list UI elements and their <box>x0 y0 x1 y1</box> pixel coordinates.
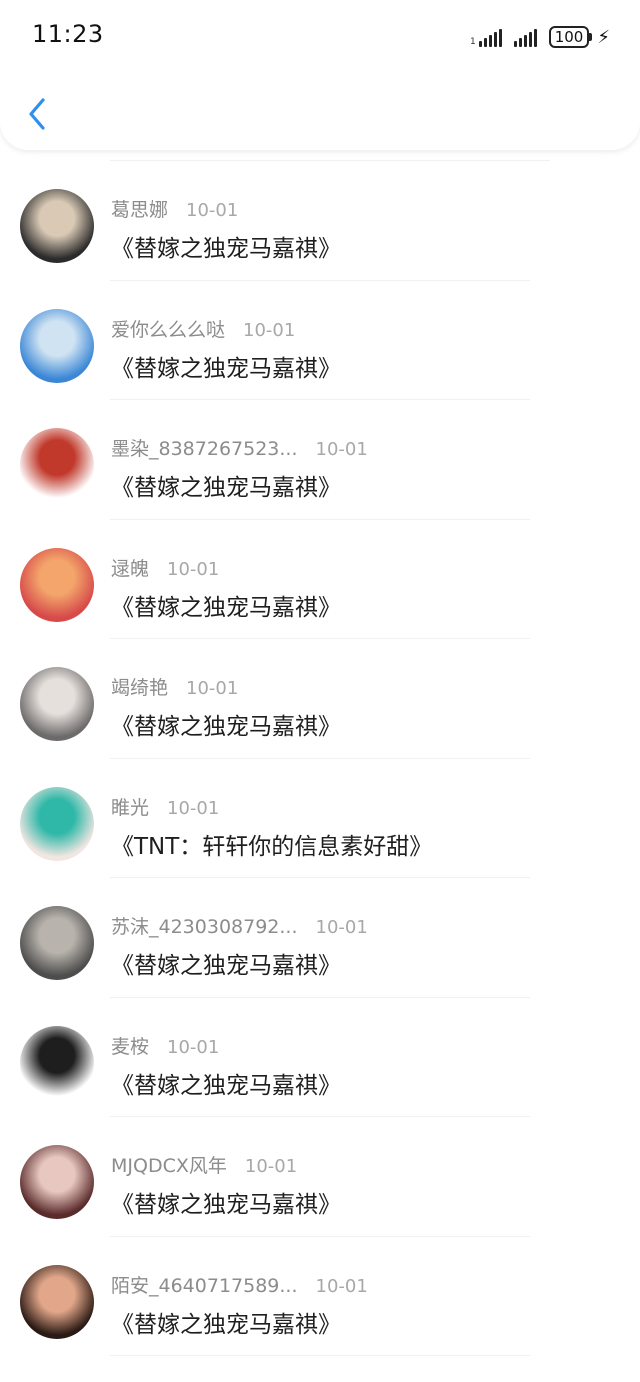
book-title[interactable]: 《替嫁之独宠马嘉祺》 <box>111 468 341 502</box>
list-item-meta: 逯魄 10-01 <box>111 554 219 581</box>
item-date: 10-01 <box>244 1156 298 1177</box>
reader-list: 葛思娜 10-01 《替嫁之独宠马嘉祺》 爱你么么么哒 10-01 《替嫁之独宠马嘉祺》墨… <box>0 160 640 1356</box>
item-date: 10-01 <box>315 917 368 938</box>
user-name[interactable]: 睢光 <box>111 793 149 820</box>
status-time: 11:23 <box>32 20 104 48</box>
signal-icon: 1 <box>470 27 502 47</box>
book-title[interactable]: 《替嫁之独宠马嘉祺》 <box>111 1066 341 1100</box>
list-item[interactable]: MJQDCX风年 10-01 《替嫁之独宠马嘉祺》 <box>0 1117 640 1237</box>
list-item[interactable]: 睢光 10-01 《TNT：轩轩你的信息素好甜》 <box>0 759 640 879</box>
avatar[interactable] <box>20 428 94 502</box>
chevron-left-icon <box>29 98 45 130</box>
avatar[interactable] <box>20 1145 94 1219</box>
user-name[interactable]: 爱你么么么哒 <box>111 315 225 342</box>
list-item-meta: 墨染_8387267523... 10-01 <box>111 434 368 461</box>
list-item-meta: 葛思娜 10-01 <box>111 195 238 222</box>
list-item-meta: 睢光 10-01 <box>111 793 219 820</box>
avatar[interactable] <box>20 547 94 622</box>
list-item-meta: MJQDCX风年 10-01 <box>111 1151 297 1178</box>
book-title[interactable]: 《替嫁之独宠马嘉祺》 <box>111 946 341 980</box>
user-name[interactable]: 葛思娜 <box>111 195 168 222</box>
user-name[interactable]: 麦桉 <box>111 1032 149 1059</box>
book-title[interactable]: 《替嫁之独宠马嘉祺》 <box>111 1305 341 1339</box>
avatar[interactable] <box>20 1025 94 1100</box>
book-title[interactable]: 《替嫁之独宠马嘉祺》 <box>111 1185 341 1219</box>
item-date: 10-01 <box>186 678 239 699</box>
book-title[interactable]: 《替嫁之独宠马嘉祺》 <box>111 588 341 622</box>
item-date: 10-01 <box>315 1275 368 1297</box>
avatar[interactable] <box>20 786 94 861</box>
user-name[interactable]: 陌安_4640717589... <box>111 1271 298 1298</box>
battery-level: 100 <box>554 28 584 46</box>
signal-sub-label: 1 <box>469 37 476 47</box>
list-item[interactable]: 逯魄 10-01 《替嫁之独宠马嘉祺》 <box>0 520 640 640</box>
top-header: 11:23 1 100 ⚡ <box>0 0 640 150</box>
avatar[interactable] <box>20 667 94 741</box>
signal-icon-2 <box>513 27 537 47</box>
book-title[interactable]: 《替嫁之独宠马嘉祺》 <box>111 707 341 741</box>
list-item[interactable]: 麦桉 10-01 《替嫁之独宠马嘉祺》 <box>0 998 640 1118</box>
user-name[interactable]: MJQDCX风年 <box>111 1151 227 1178</box>
battery-icon: 100 <box>548 26 592 48</box>
item-date: 10-01 <box>315 439 368 460</box>
list-item-meta: 竭绮艳 10-01 <box>111 673 238 700</box>
book-title[interactable]: 《替嫁之独宠马嘉祺》 <box>111 229 341 263</box>
list-item[interactable]: 爱你么么么哒 10-01 《替嫁之独宠马嘉祺》 <box>0 281 640 401</box>
avatar[interactable] <box>20 189 94 263</box>
list-item[interactable]: 葛思娜 10-01 《替嫁之独宠马嘉祺》 <box>0 161 640 281</box>
user-name[interactable]: 墨染_8387267523... <box>111 434 298 461</box>
status-icons: 1 100 ⚡ <box>470 24 610 50</box>
user-name[interactable]: 苏沫_4230308792... <box>111 912 298 939</box>
list-item-meta: 苏沫_4230308792... 10-01 <box>111 912 368 939</box>
avatar[interactable] <box>20 906 94 980</box>
item-date: 10-01 <box>243 319 296 341</box>
user-name[interactable]: 竭绮艳 <box>111 673 168 700</box>
item-date: 10-01 <box>186 200 239 221</box>
back-button[interactable] <box>20 92 54 136</box>
item-date: 10-01 <box>167 558 220 580</box>
list-item[interactable]: 竭绮艳 10-01 《替嫁之独宠马嘉祺》 <box>0 639 640 759</box>
avatar[interactable] <box>20 1264 94 1339</box>
list-item-meta: 陌安_4640717589... 10-01 <box>111 1271 368 1298</box>
list-item[interactable]: 陌安_4640717589... 10-01 《替嫁之独宠马嘉祺》 <box>0 1237 640 1357</box>
user-name[interactable]: 逯魄 <box>111 554 149 581</box>
avatar[interactable] <box>20 308 94 383</box>
book-title[interactable]: 《替嫁之独宠马嘉祺》 <box>111 349 341 383</box>
book-title[interactable]: 《TNT：轩轩你的信息素好甜》 <box>111 827 432 861</box>
list-item-meta: 爱你么么么哒 10-01 <box>111 315 295 342</box>
item-date: 10-01 <box>167 797 220 819</box>
list-item[interactable]: 苏沫_4230308792... 10-01 《替嫁之独宠马嘉祺》 <box>0 878 640 998</box>
charging-icon: ⚡ <box>597 26 610 48</box>
item-date: 10-01 <box>167 1036 220 1058</box>
list-item[interactable]: 墨染_8387267523... 10-01 《替嫁之独宠马嘉祺》 <box>0 400 640 520</box>
list-item-meta: 麦桉 10-01 <box>111 1032 219 1059</box>
